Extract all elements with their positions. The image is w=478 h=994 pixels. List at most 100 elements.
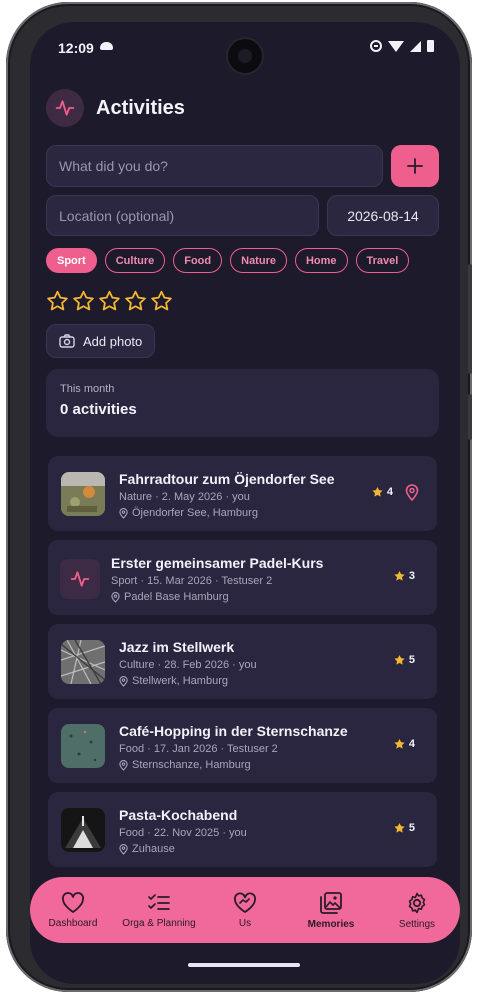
activity-rating: 4 — [393, 738, 415, 750]
checklist-icon — [148, 893, 170, 910]
activity-card[interactable]: Pasta-Kochabend Food · 22. Nov 2025 · yo… — [48, 792, 437, 867]
activity-location: Stellwerk, Hamburg — [119, 675, 257, 687]
phone-frame: 12:09 Activities What did you do? Locati… — [6, 2, 472, 992]
activity-location: Öjendorfer See, Hamburg — [119, 507, 334, 519]
chip-culture[interactable]: Culture — [104, 248, 166, 273]
rating-input — [46, 290, 173, 312]
star-outline-icon[interactable] — [150, 290, 173, 312]
date-input[interactable]: 2026-08-14 — [327, 195, 439, 236]
add-activity-button[interactable] — [391, 145, 439, 187]
do-not-disturb-icon — [370, 40, 382, 52]
nav-orga-planning[interactable]: Orga & Planning — [120, 892, 198, 929]
home-indicator[interactable] — [188, 963, 300, 967]
nav-us[interactable]: Us — [206, 892, 284, 929]
location-placeholder: Location (optional) — [59, 207, 175, 224]
star-filled-icon — [394, 822, 405, 833]
activity-location-text: Zuhause — [132, 843, 175, 855]
location-input[interactable]: Location (optional) — [46, 195, 319, 236]
star-outline-icon[interactable] — [72, 290, 95, 312]
heart-icon — [62, 891, 84, 913]
status-time: 12:09 — [58, 40, 94, 56]
activity-location: Sternschanze, Hamburg — [119, 759, 348, 771]
nav-dashboard-label: Dashboard — [48, 917, 98, 929]
star-outline-icon[interactable] — [46, 290, 69, 312]
activity-meta: Sport · 15. Mar 2026 · Testuser 2 — [111, 575, 273, 587]
chip-home[interactable]: Home — [294, 248, 348, 273]
activity-photo — [61, 808, 105, 852]
date-value: 2026-08-14 — [347, 207, 419, 224]
gear-icon — [408, 892, 426, 913]
activity-rating-value: 5 — [408, 822, 415, 834]
summary-value: 0 activities — [60, 401, 137, 418]
category-chips: Sport Culture Food Nature Home Travel — [46, 248, 410, 273]
page-header: Activities — [46, 88, 185, 128]
chip-sport[interactable]: Sport — [46, 248, 97, 273]
star-outline-icon[interactable] — [98, 290, 121, 312]
activity-photo — [61, 472, 105, 516]
activity-photo — [61, 724, 105, 768]
chip-travel[interactable]: Travel — [355, 248, 410, 273]
activity-title: Pasta-Kochabend — [119, 807, 238, 823]
activity-title: Café-Hopping in der Sternschanze — [119, 723, 348, 739]
location-pin-icon — [119, 843, 128, 855]
activity-rating-value: 5 — [408, 654, 415, 666]
activity-location-text: Sternschanze, Hamburg — [132, 759, 251, 771]
activity-rating: 4 — [371, 486, 393, 498]
side-button — [468, 264, 472, 374]
location-pin-icon — [119, 759, 128, 771]
star-filled-icon — [394, 570, 405, 581]
activity-location-text: Öjendorfer See, Hamburg — [132, 507, 258, 519]
activity-meta: Culture · 28. Feb 2026 · you — [119, 659, 257, 671]
activity-meta: Food · 17. Jan 2026 · Testuser 2 — [119, 743, 278, 755]
wifi-icon — [388, 40, 404, 52]
activity-location-text: Padel Base Hamburg — [124, 591, 229, 603]
activity-card[interactable]: Erster gemeinsamer Padel-Kurs Sport · 15… — [48, 540, 437, 615]
power-button — [468, 394, 472, 440]
activity-name-placeholder: What did you do? — [59, 158, 168, 174]
signal-icon — [410, 40, 421, 52]
cloud-icon — [100, 42, 113, 50]
activity-list: Fahrradtour zum Öjendorfer See Nature · … — [48, 456, 437, 876]
activity-location: Zuhause — [119, 843, 247, 855]
activity-card[interactable]: Jazz im Stellwerk Culture · 28. Feb 2026… — [48, 624, 437, 699]
activity-location-text: Stellwerk, Hamburg — [132, 675, 228, 687]
star-filled-icon — [394, 738, 405, 749]
activity-icon — [60, 559, 100, 599]
star-filled-icon — [372, 486, 383, 497]
activity-title: Erster gemeinsamer Padel-Kurs — [111, 555, 324, 571]
bottom-navigation: Dashboard Orga & Planning Us Memories Se… — [30, 877, 460, 943]
camera-icon — [59, 334, 75, 348]
nav-settings[interactable]: Settings — [378, 891, 456, 930]
activity-photo — [61, 640, 105, 684]
nav-dashboard[interactable]: Dashboard — [34, 891, 112, 929]
gallery-icon — [320, 891, 342, 914]
nav-settings-label: Settings — [398, 918, 436, 930]
location-pin-icon — [119, 507, 128, 519]
chip-food[interactable]: Food — [173, 248, 223, 273]
chip-nature[interactable]: Nature — [230, 248, 287, 273]
map-pin-icon[interactable] — [405, 484, 419, 506]
activity-rating: 5 — [393, 822, 415, 834]
activity-card[interactable]: Café-Hopping in der Sternschanze Food · … — [48, 708, 437, 783]
front-camera — [228, 39, 262, 73]
nav-memories[interactable]: Memories — [292, 891, 370, 930]
location-pin-icon — [111, 591, 120, 603]
activity-icon — [46, 89, 84, 127]
add-photo-button[interactable]: Add photo — [46, 324, 156, 358]
activity-rating-value: 3 — [408, 570, 415, 582]
summary-label: This month — [60, 383, 115, 395]
page-title: Activities — [96, 96, 185, 119]
activity-rating-value: 4 — [386, 486, 393, 498]
activity-location: Padel Base Hamburg — [111, 591, 323, 603]
activity-meta: Nature · 2. May 2026 · you — [119, 491, 250, 503]
star-outline-icon[interactable] — [124, 290, 147, 312]
activity-title: Fahrradtour zum Öjendorfer See — [119, 471, 335, 487]
battery-icon — [427, 40, 434, 52]
activity-rating-value: 4 — [408, 738, 415, 750]
screen: 12:09 Activities What did you do? Locati… — [30, 22, 460, 984]
plus-icon — [407, 158, 423, 174]
activity-card[interactable]: Fahrradtour zum Öjendorfer See Nature · … — [48, 456, 437, 531]
star-filled-icon — [394, 654, 405, 665]
activity-name-input[interactable]: What did you do? — [46, 145, 383, 187]
location-pin-icon — [119, 675, 128, 687]
